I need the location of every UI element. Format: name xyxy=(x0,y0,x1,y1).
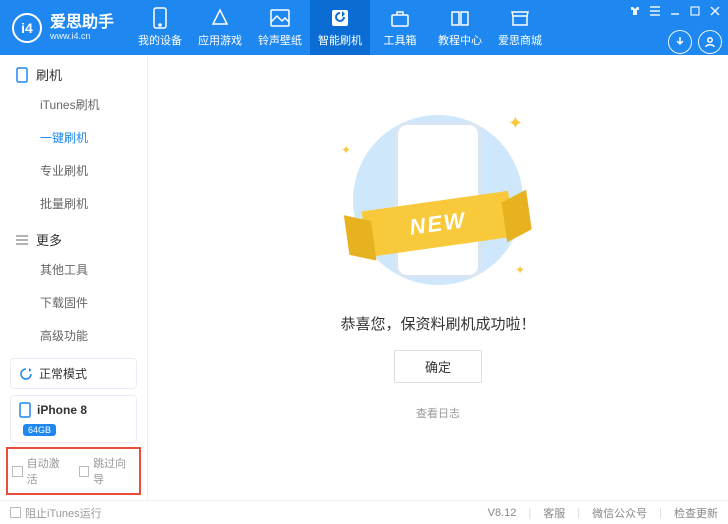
flash-icon xyxy=(329,7,351,29)
check-label: 阻止iTunes运行 xyxy=(25,505,102,521)
nav-label: 我的设备 xyxy=(138,32,182,48)
nav-toolbox[interactable]: 工具箱 xyxy=(370,0,430,55)
nav-label: 应用游戏 xyxy=(198,32,242,48)
sidebar-group-title: 更多 xyxy=(36,230,62,249)
image-icon xyxy=(269,7,291,29)
device-indicator[interactable]: iPhone 8 64GB xyxy=(10,395,137,443)
close-icon[interactable] xyxy=(708,4,722,18)
store-icon xyxy=(509,7,531,29)
sidebar-item-pro-flash[interactable]: 专业刷机 xyxy=(0,154,147,187)
menu-icon[interactable] xyxy=(648,4,662,18)
support-link[interactable]: 客服 xyxy=(543,505,565,521)
version-label: V8.12 xyxy=(488,507,517,519)
sidebar-group-flash: 刷机 xyxy=(0,55,147,88)
sidebar-item-oneclick-flash[interactable]: 一键刷机 xyxy=(0,121,147,154)
sidebar-item-batch-flash[interactable]: 批量刷机 xyxy=(0,187,147,220)
sidebar-item-itunes-flash[interactable]: iTunes刷机 xyxy=(0,88,147,121)
sidebar-group-title: 刷机 xyxy=(36,65,62,84)
sidebar: 刷机 iTunes刷机 一键刷机 专业刷机 批量刷机 更多 其他工具 下载固件 … xyxy=(0,55,148,500)
status-bar: 阻止iTunes运行 V8.12 | 客服 | 微信公众号 | 检查更新 xyxy=(0,500,728,524)
top-nav: 我的设备 应用游戏 铃声壁纸 智能刷机 工具箱 教程中心 爱思商城 xyxy=(130,0,628,55)
nav-label: 智能刷机 xyxy=(318,32,362,48)
user-icon[interactable] xyxy=(698,30,722,54)
app-logo-block: i4 爱思助手 www.i4.cn xyxy=(0,0,130,55)
book-icon xyxy=(449,7,471,29)
nav-apps-games[interactable]: 应用游戏 xyxy=(190,0,250,55)
phone-icon xyxy=(14,67,30,83)
checkbox-icon xyxy=(12,466,23,477)
nav-label: 爱思商城 xyxy=(498,32,542,48)
sidebar-group-more: 更多 xyxy=(0,220,147,253)
device-small-icon xyxy=(19,402,31,418)
app-name: 爱思助手 xyxy=(50,15,114,31)
flash-options-highlight: 自动激活 跳过向导 xyxy=(8,449,139,493)
ok-button[interactable]: 确定 xyxy=(394,350,482,383)
sidebar-item-other-tools[interactable]: 其他工具 xyxy=(0,253,147,286)
download-icon[interactable] xyxy=(668,30,692,54)
maximize-icon[interactable] xyxy=(688,4,702,18)
body: 刷机 iTunes刷机 一键刷机 专业刷机 批量刷机 更多 其他工具 下载固件 … xyxy=(0,55,728,500)
nav-label: 铃声壁纸 xyxy=(258,32,302,48)
wechat-link[interactable]: 微信公众号 xyxy=(592,505,647,521)
skin-icon[interactable] xyxy=(628,4,642,18)
refresh-icon xyxy=(19,367,33,381)
check-update-link[interactable]: 检查更新 xyxy=(674,505,718,521)
checkbox-icon xyxy=(10,507,21,518)
sidebar-item-download-firmware[interactable]: 下载固件 xyxy=(0,286,147,319)
mode-indicator[interactable]: 正常模式 xyxy=(10,358,137,389)
window-controls xyxy=(628,0,728,18)
nav-label: 工具箱 xyxy=(384,32,417,48)
nav-tutorials[interactable]: 教程中心 xyxy=(430,0,490,55)
app-url: www.i4.cn xyxy=(50,31,114,41)
sidebar-item-advanced[interactable]: 高级功能 xyxy=(0,319,147,352)
check-label: 自动激活 xyxy=(27,455,69,487)
success-illustration: ✦ ✦ ✦ NEW xyxy=(313,105,563,295)
mode-label: 正常模式 xyxy=(39,365,87,382)
checkbox-icon xyxy=(79,466,90,477)
toolbox-icon xyxy=(389,7,411,29)
nav-label: 教程中心 xyxy=(438,32,482,48)
logo-badge: i4 xyxy=(12,13,42,43)
logo-text-block: 爱思助手 www.i4.cn xyxy=(50,15,114,41)
nav-my-device[interactable]: 我的设备 xyxy=(130,0,190,55)
checkbox-skip-guide[interactable]: 跳过向导 xyxy=(79,455,136,487)
check-label: 跳过向导 xyxy=(93,455,135,487)
appstore-icon xyxy=(209,7,231,29)
device-icon xyxy=(149,7,171,29)
nav-store[interactable]: 爱思商城 xyxy=(490,0,550,55)
checkbox-block-itunes[interactable]: 阻止iTunes运行 xyxy=(10,505,102,521)
device-model: iPhone 8 xyxy=(37,403,87,417)
view-log-link[interactable]: 查看日志 xyxy=(416,405,460,421)
nav-ringtone-wallpaper[interactable]: 铃声壁纸 xyxy=(250,0,310,55)
device-storage: 64GB xyxy=(23,424,56,436)
main-content: ✦ ✦ ✦ NEW 恭喜您，保资料刷机成功啦！ 确定 查看日志 xyxy=(148,55,728,500)
nav-smart-flash[interactable]: 智能刷机 xyxy=(310,0,370,55)
checkbox-auto-activate[interactable]: 自动激活 xyxy=(12,455,69,487)
success-message: 恭喜您，保资料刷机成功啦！ xyxy=(340,313,535,334)
more-icon xyxy=(14,235,30,245)
minimize-icon[interactable] xyxy=(668,4,682,18)
top-bar: i4 爱思助手 www.i4.cn 我的设备 应用游戏 铃声壁纸 智能刷机 工具… xyxy=(0,0,728,55)
